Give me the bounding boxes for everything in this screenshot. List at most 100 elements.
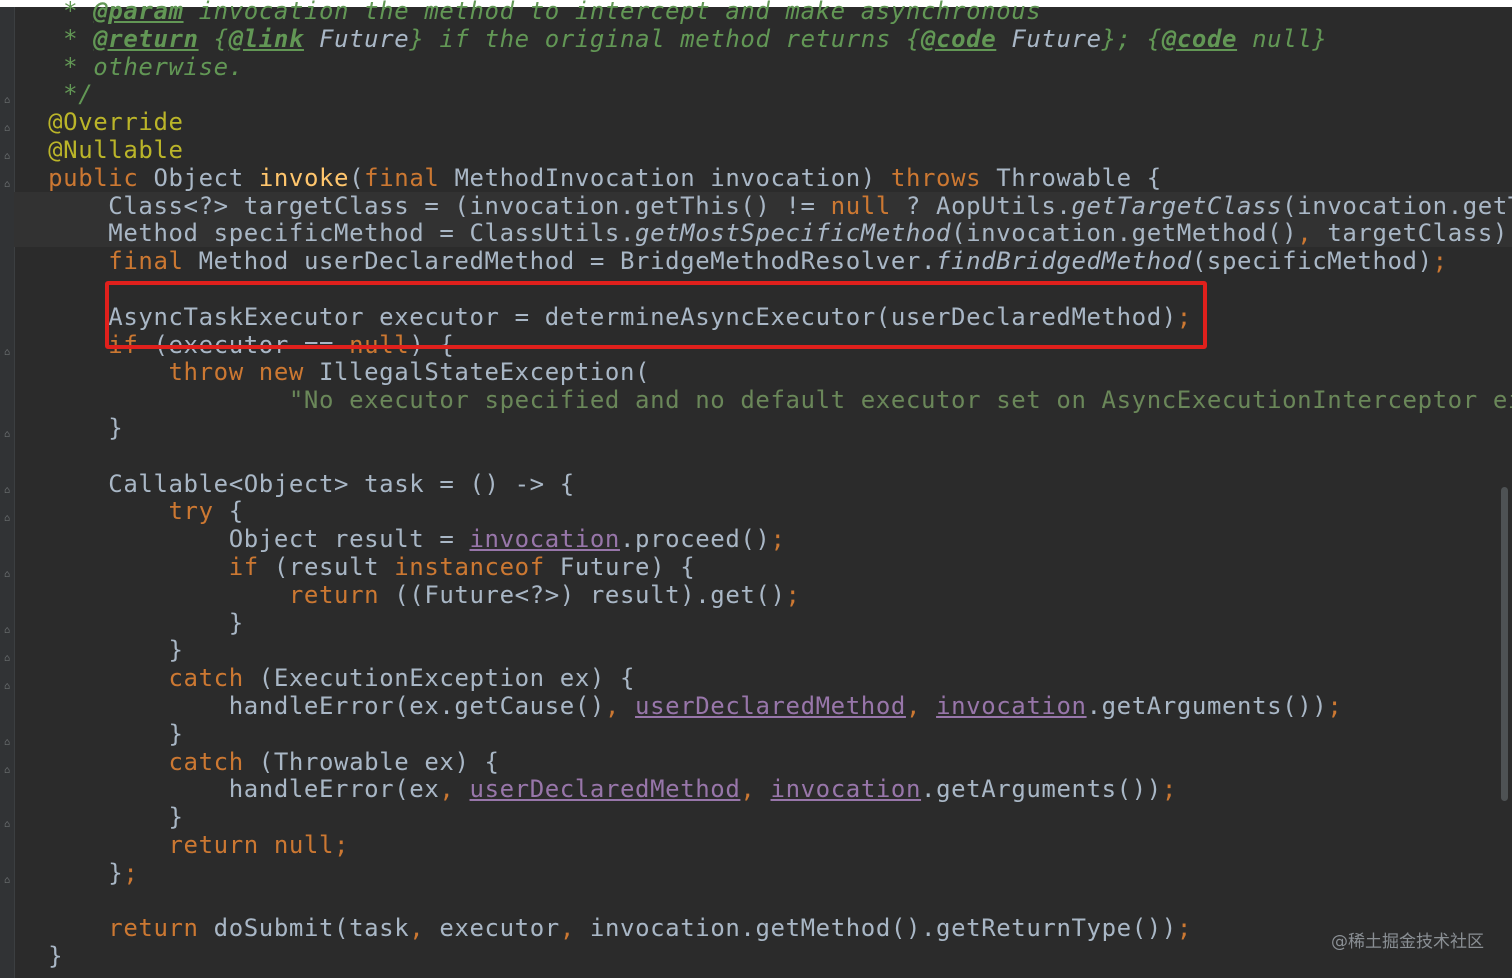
code-line[interactable]: } [18,636,184,664]
code-line[interactable]: } [18,720,184,748]
code-token: invocation [770,775,922,804]
code-token: throw new [18,358,304,387]
code-token: final [364,163,440,192]
code-token: Object result = [18,525,470,554]
code-line[interactable]: * @return {@link Future} if the original… [18,25,1327,53]
code-token: , [740,775,756,804]
code-line[interactable]: return ((Future<?>) result).get(); [18,581,801,609]
code-token: ; [770,525,786,554]
code-line[interactable]: catch (Throwable ex) { [18,748,500,776]
code-line[interactable]: return doSubmit(task, executor, invocati… [18,914,1192,942]
code-token: * [18,24,94,53]
code-line[interactable]: }; [18,859,138,887]
code-line[interactable]: final Method userDeclaredMethod = Bridge… [18,247,1448,275]
code-token: userDeclaredMethod [469,775,741,804]
code-token: null [349,330,410,359]
code-token: return [18,914,199,943]
code-token: Method userDeclaredMethod = BridgeMethod… [183,247,937,276]
code-line[interactable]: if (executor == null) { [18,331,454,359]
code-line[interactable]: } [18,942,63,970]
code-line[interactable]: */ [18,80,93,108]
code-token: }; { [1101,24,1162,53]
code-token: .getArguments()) [1086,692,1328,720]
code-token: findBridgedMethod [936,247,1192,276]
code-token: IllegalStateException( [303,358,651,387]
code-token: ; [1432,247,1448,276]
code-token: getMostSpecificMethod [635,219,952,248]
code-token: @code [921,24,997,53]
code-line[interactable]: @Override [18,108,184,136]
code-token: ( [349,163,365,192]
code-token: , [409,914,425,943]
code-token: Future [319,24,410,53]
vertical-scrollbar[interactable] [1501,487,1508,801]
code-line[interactable]: return null; [18,831,349,859]
code-line[interactable]: } [18,414,123,442]
code-token: ; [1508,219,1512,247]
code-line[interactable]: @Nullable [18,136,184,164]
code-token: * [18,0,94,25]
code-line[interactable]: if (result instanceof Future) { [18,553,695,581]
code-token: invocation the method to intercept and m… [183,0,1042,25]
code-token: AsyncTaskExecutor executor = determineAs… [18,302,1177,331]
code-token: , [604,692,620,720]
code-token: @param [93,0,184,25]
code-line[interactable]: public Object invoke(final MethodInvocat… [18,164,1162,192]
code-token: ; [785,580,801,609]
code-token: invocation.getMethod().getReturnType()) [574,914,1177,943]
code-token: public [18,163,139,192]
code-area[interactable]: * @param invocation the method to interc… [0,0,1512,978]
code-token: */ [18,80,94,109]
code-token: @Nullable [18,136,184,164]
code-token: throws [890,163,982,192]
code-token: Future) { [544,553,696,581]
code-token: Method specificMethod = ClassUtils. [18,219,636,248]
code-token: ; [1161,775,1177,804]
code-line[interactable]: throw new IllegalStateException( [18,358,650,386]
code-token: instanceof [394,553,545,581]
code-line[interactable]: "No executor specified and no default ex… [18,386,1512,414]
code-line[interactable]: AsyncTaskExecutor executor = determineAs… [18,303,1192,331]
code-token: handleError(ex [18,775,440,804]
code-editor[interactable]: ⌂ ⌂ ⌂ ⌂ ⌂ ⌂ ⌂ ⌂ ⌂ ⌂ ⌂ ⌂ ⌂ ⌂ ⌂ ⌂ * @param invocation the… [0,0,1512,978]
code-token: return [18,580,380,609]
code-line[interactable]: handleError(ex, userDeclaredMethod, invo… [18,775,1177,803]
code-token: ; [1176,914,1192,943]
code-line[interactable]: catch (ExecutionException ex) { [18,664,635,692]
code-token: } [18,608,244,637]
code-token: (invocation.getMethod() [951,219,1298,248]
code-token: { [213,497,244,526]
code-line[interactable]: * otherwise. [18,53,244,81]
code-token: invocation [469,525,620,554]
code-token: "No executor specified and no default ex… [18,386,1512,415]
code-token: (specificMethod) [1191,247,1433,276]
code-token: ; [1176,302,1192,331]
code-token: userDeclaredMethod [635,692,906,720]
code-token: @code [1161,24,1238,53]
code-token: Class<?> targetClass = (invocation.getTh… [18,191,831,220]
code-line[interactable]: Class<?> targetClass = (invocation.getTh… [14,191,1512,220]
code-line[interactable]: Object result = invocation.proceed(); [18,525,786,553]
code-line[interactable]: Method specificMethod = ClassUtils.getMo… [14,219,1512,248]
code-line[interactable]: handleError(ex.getCause(), userDeclaredM… [18,692,1342,720]
code-line[interactable]: } [18,803,184,831]
code-token: (result [258,553,395,581]
code-token: handleError(ex.getCause() [18,692,605,720]
code-token: , [559,914,575,943]
code-token: doSubmit(task [198,914,410,943]
code-token: executor [424,914,560,943]
code-token: } [18,858,124,887]
code-line[interactable]: Callable<Object> task = () -> { [18,470,575,498]
code-token: MethodInvocation invocation) [439,163,891,192]
code-line[interactable]: * @param invocation the method to interc… [18,0,1041,25]
code-token: , [439,775,455,804]
code-token: ; [123,858,139,887]
code-token: invocation [936,692,1087,720]
code-line[interactable]: try { [18,497,244,525]
code-token: .getArguments()) [921,775,1162,804]
code-line[interactable]: } [18,609,244,637]
